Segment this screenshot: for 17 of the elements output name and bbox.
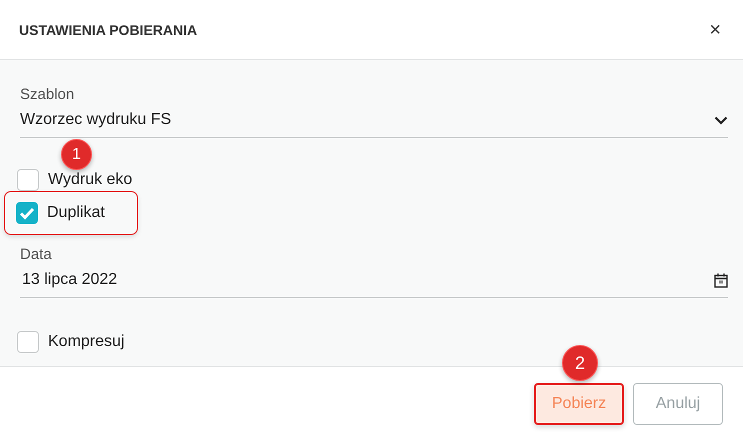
checkbox[interactable] [17,331,39,353]
step-badge: 1 [61,139,92,170]
close-button[interactable]: × [705,20,725,40]
field-label: Szablon [20,86,76,103]
checkbox-label: Duplikat [47,204,105,222]
date-field[interactable]: 13 lipca 2022 [20,271,728,298]
checkmark-icon [19,206,35,220]
calendar-icon [714,272,728,288]
checkbox-label: Kompresuj [48,333,124,351]
field-label: Data [20,246,53,263]
checkbox[interactable] [17,169,39,191]
dropdown-field[interactable]: Wzorzec wydruku FS [20,111,728,138]
step-badge: 2 [562,345,598,381]
checkbox-label: Wydruk eko [48,171,132,189]
dialog-title: USTAWIENIA POBIERANIA [19,22,198,38]
checkbox[interactable] [16,202,38,224]
chevron-down-icon [714,116,728,124]
